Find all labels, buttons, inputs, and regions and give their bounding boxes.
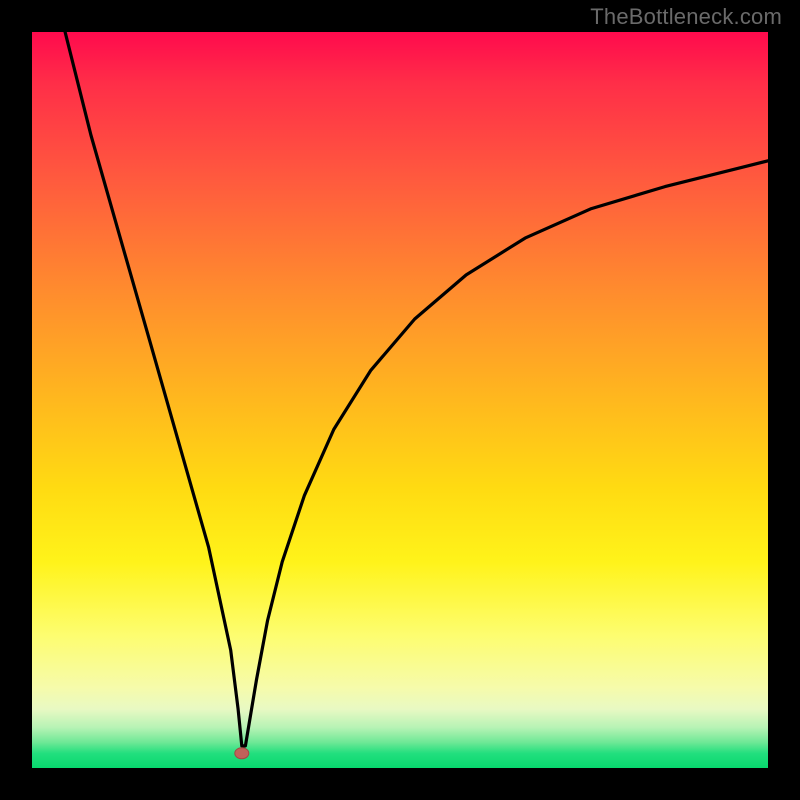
chart-frame: TheBottleneck.com <box>0 0 800 800</box>
watermark-text: TheBottleneck.com <box>590 4 782 30</box>
plot-area <box>32 32 768 768</box>
minimum-marker <box>235 748 249 759</box>
curve-layer <box>32 32 768 768</box>
bottleneck-curve <box>65 32 768 746</box>
